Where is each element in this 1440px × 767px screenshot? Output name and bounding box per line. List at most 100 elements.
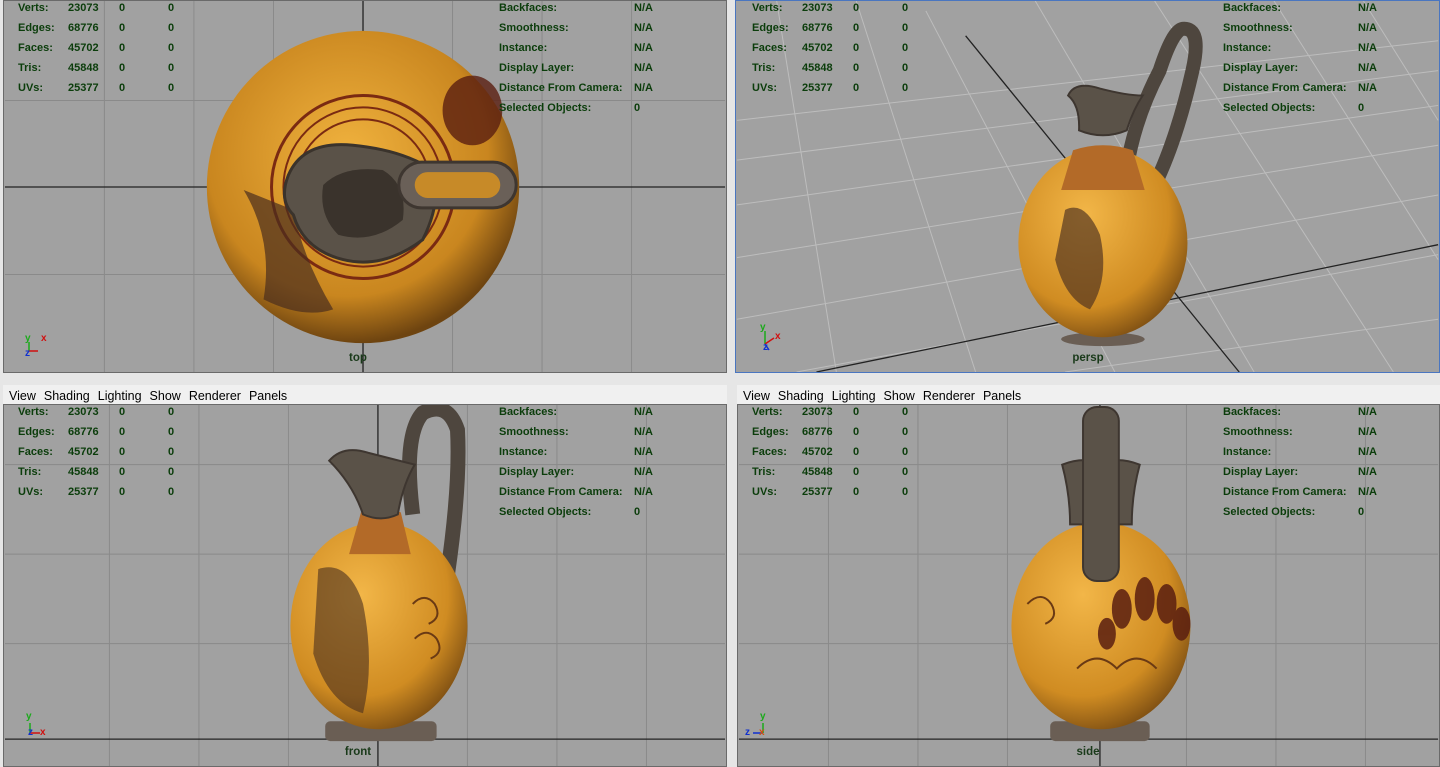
hud-value: 0 [853, 426, 860, 438]
hud-label: UVs: [752, 486, 778, 498]
hud-label: Smoothness: [499, 426, 569, 438]
hud-label: Smoothness: [499, 22, 569, 34]
hud-value: 0 [853, 466, 860, 478]
hud-label: Selected Objects: [499, 506, 592, 518]
menu-renderer[interactable]: Renderer [923, 389, 975, 403]
menu-show[interactable]: Show [884, 389, 915, 403]
hud-value: 23073 [68, 406, 99, 418]
hud-value: 0 [168, 22, 175, 34]
menu-lighting[interactable]: Lighting [98, 389, 142, 403]
hud-label: Distance From Camera: [1223, 82, 1347, 94]
hud-value: 0 [634, 506, 641, 518]
hud-value: 0 [119, 2, 126, 14]
hud-value: 45848 [68, 466, 99, 478]
hud-value: N/A [1358, 42, 1377, 54]
viewport-label-persp: persp [1072, 352, 1104, 364]
hud-value: 0 [853, 406, 860, 418]
hud-value: 0 [634, 102, 641, 114]
vase-top-model [206, 30, 520, 344]
hud-value: 45702 [68, 446, 99, 458]
menu-shading[interactable]: Shading [778, 389, 824, 403]
hud-label: Distance From Camera: [499, 486, 623, 498]
menu-view[interactable]: View [9, 389, 36, 403]
hud-poly-count-top: Verts: 23073 0 0 Edges: 68776 0 0 Faces: 45702 0… [18, 2, 198, 102]
hud-value: N/A [634, 2, 653, 14]
hud-label: Backfaces: [499, 2, 558, 14]
axis-label-z: z [28, 727, 33, 738]
vase-side-model [1011, 405, 1191, 742]
hud-object-details-front: Backfaces: N/A Smoothness: N/A Instance: N/… [499, 406, 679, 526]
menu-view[interactable]: View [743, 389, 770, 403]
menu-renderer[interactable]: Renderer [189, 389, 241, 403]
hud-value: 25377 [802, 486, 833, 498]
hud-value: 0 [1358, 506, 1365, 518]
viewport-label-front: front [344, 746, 372, 758]
hud-label: Verts: [752, 2, 783, 14]
menu-shading[interactable]: Shading [44, 389, 90, 403]
axis-label-y: y [760, 711, 766, 722]
hud-label: Verts: [18, 406, 49, 418]
hud-value: N/A [1358, 22, 1377, 34]
viewport-label-top: top [349, 352, 367, 364]
axis-label-z: z [763, 342, 768, 353]
hud-poly-count-persp: Verts: 23073 0 0 Edges: 68776 0 0 Faces: 45702 0… [752, 2, 932, 102]
axis-gizmo-top: y x z [22, 333, 62, 363]
axis-label-z: z [745, 727, 750, 738]
hud-poly-count-front: Verts: 23073 0 0 Edges: 68776 0 0 Faces: 45702 0… [18, 406, 198, 506]
hud-label: Edges: [752, 426, 789, 438]
hud-value: 0 [1358, 102, 1365, 114]
hud-label: Instance: [499, 446, 548, 458]
hud-label: Verts: [18, 2, 49, 14]
hud-label: Backfaces: [499, 406, 558, 418]
hud-value: 0 [853, 2, 860, 14]
hud-label: Selected Objects: [499, 102, 592, 114]
hud-label: UVs: [18, 82, 44, 94]
hud-value: 0 [119, 466, 126, 478]
hud-value: 0 [902, 42, 909, 54]
axis-label-z: z [25, 348, 30, 359]
hud-label: UVs: [18, 486, 44, 498]
hud-label: Smoothness: [1223, 22, 1293, 34]
hud-value: 0 [168, 466, 175, 478]
hud-value: 45848 [802, 466, 833, 478]
hud-label: Verts: [752, 406, 783, 418]
hud-value: 0 [168, 82, 175, 94]
hud-label: Faces: [752, 42, 787, 54]
hud-value: 45848 [68, 62, 99, 74]
hud-value: 0 [168, 426, 175, 438]
hud-object-details-persp: Backfaces: N/A Smoothness: N/A Instance: N/… [1223, 2, 1403, 122]
menu-lighting[interactable]: Lighting [832, 389, 876, 403]
hud-value: 0 [902, 466, 909, 478]
hud-value: N/A [1358, 486, 1377, 498]
hud-value: 0 [168, 406, 175, 418]
hud-label: Tris: [18, 466, 42, 478]
hud-label: Edges: [752, 22, 789, 34]
hud-value: 0 [119, 446, 126, 458]
menu-panels[interactable]: Panels [983, 389, 1021, 403]
hud-value: 0 [168, 2, 175, 14]
hud-label: Instance: [1223, 446, 1272, 458]
hud-label: Display Layer: [1223, 62, 1299, 74]
hud-value: 45702 [802, 446, 833, 458]
hud-value: N/A [1358, 406, 1377, 418]
hud-value: 0 [119, 42, 126, 54]
hud-label: Instance: [1223, 42, 1272, 54]
hud-value: N/A [1358, 426, 1377, 438]
menu-show[interactable]: Show [150, 389, 181, 403]
hud-label: Display Layer: [499, 62, 575, 74]
axis-gizmo-side: y z x [743, 711, 783, 741]
hud-value: 0 [168, 486, 175, 498]
menu-panels[interactable]: Panels [249, 389, 287, 403]
hud-value: 25377 [802, 82, 833, 94]
hud-label: Display Layer: [1223, 466, 1299, 478]
axis-label-y: y [25, 333, 31, 344]
hud-value: 45702 [802, 42, 833, 54]
hud-value: N/A [634, 42, 653, 54]
hud-object-details-top: Backfaces: N/A Smoothness: N/A Instance: N/… [499, 2, 679, 122]
hud-value: 0 [119, 486, 126, 498]
hud-value: 0 [168, 446, 175, 458]
hud-value: 0 [902, 446, 909, 458]
axis-label-x: x [41, 333, 47, 344]
hud-value: 0 [853, 82, 860, 94]
hud-label: Tris: [18, 62, 42, 74]
